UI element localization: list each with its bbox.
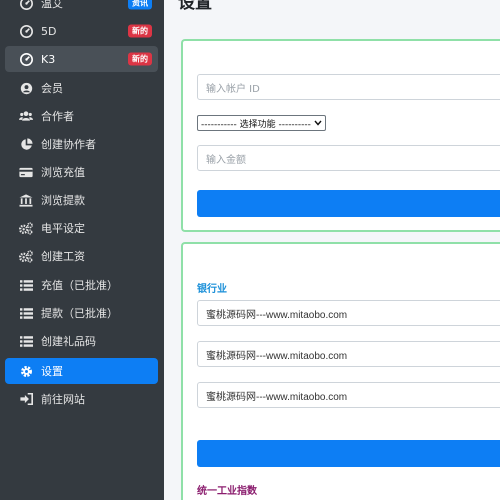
- main-content: 设置 输入帐户 ID ----------- 选择功能 ---------- 输…: [164, 0, 500, 500]
- submit-button[interactable]: [197, 190, 500, 217]
- sidebar-item-create-salary[interactable]: 创建工资: [5, 243, 158, 269]
- page-title: 设置: [178, 0, 212, 13]
- sidebar-item-create-partner[interactable]: 创建协作者: [5, 131, 158, 157]
- sidebar-item-partners[interactable]: 合作者: [5, 103, 158, 129]
- field-value: 蜜桃源码网---www.mitaobo.com: [206, 309, 348, 321]
- chevron-down-icon: [314, 119, 322, 128]
- new-badge: 新的: [128, 52, 152, 66]
- gauge-icon: [19, 24, 33, 38]
- sidebar-item-level-settings[interactable]: 电平设定: [5, 215, 158, 241]
- manual-adjust-card: 输入帐户 ID ----------- 选择功能 ---------- 输入金额: [181, 39, 500, 232]
- list-icon: [19, 334, 33, 348]
- sidebar-item-k3[interactable]: K3 新的: [5, 46, 158, 72]
- field-value: 蜜桃源码网---www.mitaobo.com: [206, 350, 348, 362]
- sidebar-item-label: 创建工资: [41, 250, 85, 263]
- bank-field[interactable]: 蜜桃源码网---www.mitaobo.com: [197, 300, 500, 326]
- sidebar-item-create-giftcode[interactable]: 创建礼品码: [5, 328, 158, 354]
- gear-icon: [19, 364, 33, 378]
- sidebar-item-members[interactable]: 会员: [5, 75, 158, 101]
- sidebar-item-goto-site[interactable]: 前往网站: [5, 386, 158, 412]
- sidebar-item-label: 浏览充值: [41, 166, 85, 179]
- sidebar-item-settings[interactable]: 设置: [5, 358, 158, 384]
- bank-settings-card: 银行业 蜜桃源码网---www.mitaobo.com 蜜桃源码网---www.…: [181, 242, 500, 500]
- sidebar-item-label: 充值（已批准）: [41, 279, 118, 292]
- sidebar-item-label: 温艾: [41, 0, 63, 10]
- sidebar-item-label: 会员: [41, 82, 63, 95]
- function-select[interactable]: ----------- 选择功能 ----------: [197, 115, 326, 131]
- gauge-icon: [19, 52, 33, 66]
- new-badge: 新的: [128, 24, 152, 38]
- sidebar-item-label: 5D: [41, 24, 57, 38]
- placeholder-text: 输入帐户 ID: [206, 83, 260, 95]
- sidebar-item-label: K3: [41, 52, 56, 66]
- sidebar-item-label: 创建协作者: [41, 138, 96, 151]
- sidebar-item-label: 创建礼品码: [41, 335, 96, 348]
- gears-icon: [19, 221, 33, 235]
- sidebar-item-5d[interactable]: 5D 新的: [5, 18, 158, 44]
- sidebar-item-label: 浏览提款: [41, 194, 85, 207]
- bank-field[interactable]: 蜜桃源码网---www.mitaobo.com: [197, 382, 500, 408]
- info-badge: 资讯: [128, 0, 152, 10]
- sidebar-item-label: 合作者: [41, 110, 74, 123]
- sidebar-item-withdraw-approved[interactable]: 提款（已批准）: [5, 300, 158, 326]
- field-value: 蜜桃源码网---www.mitaobo.com: [206, 391, 348, 403]
- sign-in-icon: [19, 392, 33, 406]
- gauge-icon: [19, 0, 33, 10]
- sidebar-item-browse-withdraw[interactable]: 浏览提款: [5, 187, 158, 213]
- list-icon: [19, 306, 33, 320]
- account-id-input[interactable]: 输入帐户 ID: [197, 74, 500, 100]
- users-icon: [19, 109, 33, 123]
- sidebar-item-browse-recharge[interactable]: 浏览充值: [5, 159, 158, 185]
- sidebar: 温艾 资讯 5D 新的 K3 新的 会员 合作者 创建协作者 浏览充值 浏览提款…: [0, 0, 164, 500]
- select-value: ----------- 选择功能 ----------: [201, 119, 311, 130]
- bank-label: 银行业: [197, 284, 227, 295]
- sidebar-item-label: 电平设定: [41, 222, 85, 235]
- bank-icon: [19, 193, 33, 207]
- bank-field[interactable]: 蜜桃源码网---www.mitaobo.com: [197, 341, 500, 367]
- sidebar-item-label: 设置: [41, 365, 63, 378]
- industry-index-label: 统一工业指数: [197, 486, 257, 497]
- placeholder-text: 输入金额: [206, 154, 246, 166]
- sidebar-item-label: 提款（已批准）: [41, 307, 118, 320]
- pie-chart-icon: [19, 137, 33, 151]
- sidebar-item-recharge-approved[interactable]: 充值（已批准）: [5, 272, 158, 298]
- list-icon: [19, 278, 33, 292]
- sidebar-item-0[interactable]: 温艾 资讯: [5, 0, 158, 16]
- sidebar-item-label: 前往网站: [41, 393, 85, 406]
- user-circle-icon: [19, 81, 33, 95]
- gears-icon: [19, 249, 33, 263]
- amount-input[interactable]: 输入金额: [197, 145, 500, 171]
- save-bank-button[interactable]: [197, 440, 500, 467]
- credit-card-icon: [19, 165, 33, 179]
